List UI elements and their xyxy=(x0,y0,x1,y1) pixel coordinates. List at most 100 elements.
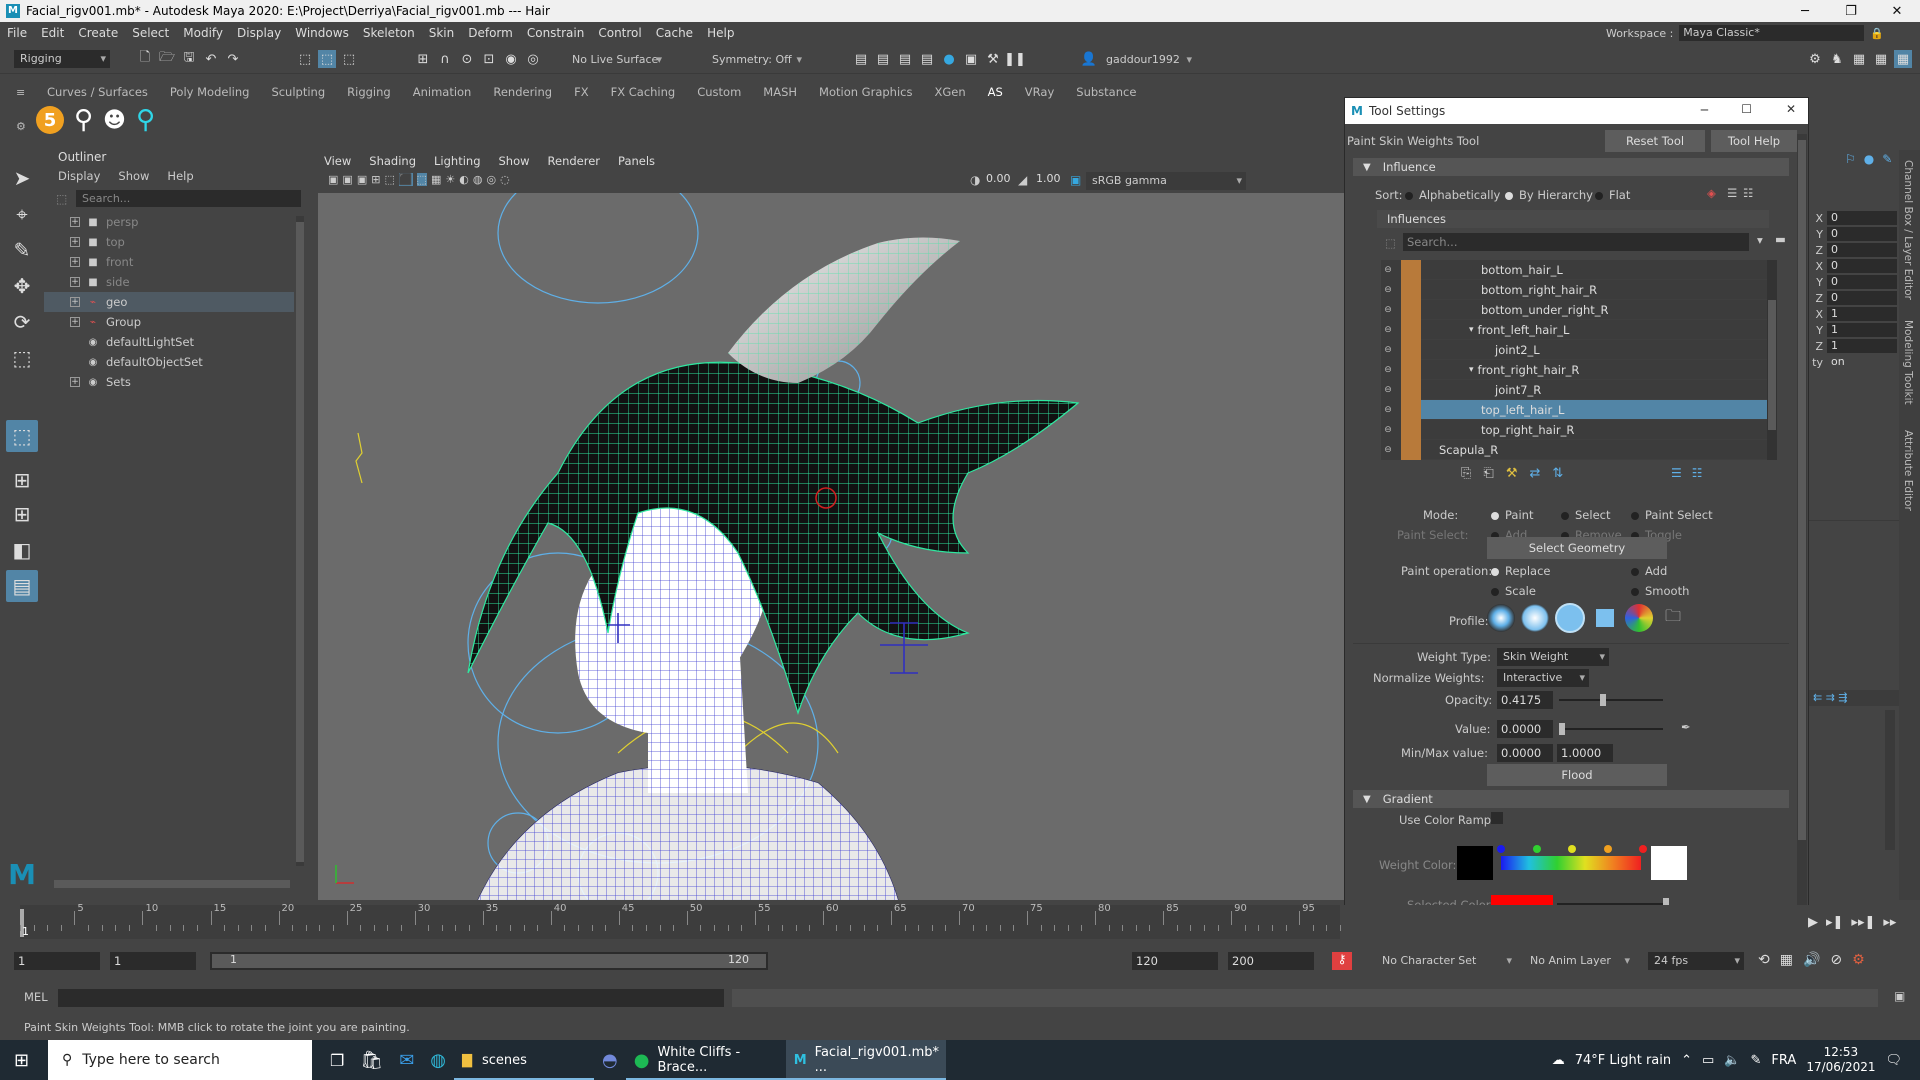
collapse-all-icon[interactable]: ☷ xyxy=(1692,466,1703,480)
user-account-dropdown[interactable]: gaddour1992 xyxy=(1100,51,1196,69)
tool-help-button[interactable]: Tool Help xyxy=(1711,130,1797,152)
influence-row[interactable]: ⊖ Scapula_R xyxy=(1384,439,1777,460)
notifications-icon[interactable]: 🗨 xyxy=(1885,1053,1902,1068)
shelf-settings-icon[interactable]: ⚙ xyxy=(16,120,26,133)
play-forward-icon[interactable]: ▶ xyxy=(1808,915,1818,930)
time-slider[interactable]: 1 5 10 15 20 25 30 35 40 45 50 55 60 65 70 75 80 85 90 95 … xyxy=(0,903,1920,943)
reset-tool-button[interactable]: Reset Tool xyxy=(1605,130,1705,152)
menu-cache[interactable]: Cache xyxy=(649,26,700,40)
minimize-button[interactable]: ─ xyxy=(1782,0,1828,22)
value-field[interactable]: 0.0000 xyxy=(1497,720,1553,738)
move-weights-icon[interactable]: ⇄ xyxy=(1529,466,1540,481)
list-view-icon[interactable]: ☰ xyxy=(1727,186,1737,200)
store-icon[interactable]: 🛍 xyxy=(352,1040,391,1080)
textured-icon[interactable]: ▦ xyxy=(431,173,441,186)
paste-weights-icon[interactable]: ⎗ xyxy=(1483,466,1493,481)
ipr-render-icon[interactable]: ▤ xyxy=(896,50,914,68)
close-button[interactable]: ✕ xyxy=(1786,102,1796,116)
taskbar-app-scenes[interactable]: ▇ scenes xyxy=(454,1040,595,1080)
wireframe-on-shaded-icon[interactable]: ⬚ xyxy=(416,173,427,186)
menu-deform[interactable]: Deform xyxy=(461,26,520,40)
windows-start-icon[interactable]: ⊞ xyxy=(14,1050,29,1071)
pen-icon[interactable]: ✎ xyxy=(1751,1053,1762,1068)
channel-box-tab[interactable]: Channel Box / Layer Editor xyxy=(1902,160,1914,300)
viewport-menu-show[interactable]: Show xyxy=(499,154,530,168)
shelf-tab-fx[interactable]: FX xyxy=(563,85,600,99)
paint-select-tool-icon[interactable]: ✎ xyxy=(6,234,38,266)
ramp-handle[interactable] xyxy=(1532,845,1541,853)
shelf-tab-xgen[interactable]: XGen xyxy=(923,85,976,99)
opacity-field[interactable]: 0.4175 xyxy=(1497,691,1553,709)
max-value-field[interactable]: 1.0000 xyxy=(1557,744,1613,762)
advanced-skeleton-icon[interactable]: 5 xyxy=(36,106,64,134)
channel-box-pin-icon[interactable]: ⚐ xyxy=(1845,152,1856,166)
shelf-tab-poly-modeling[interactable]: Poly Modeling xyxy=(159,85,261,99)
animation-end-field[interactable]: 200 xyxy=(1228,952,1314,970)
gradient-frame-header[interactable]: ▼ Gradient xyxy=(1353,790,1789,808)
lock-icon[interactable]: ⊖ xyxy=(1381,323,1395,337)
sound-icon[interactable]: 🔊 xyxy=(1803,952,1820,968)
channel-row[interactable]: ty on xyxy=(1809,354,1897,370)
paint-op-smooth-radio[interactable]: Smooth xyxy=(1631,584,1689,598)
maximize-button[interactable]: ❐ xyxy=(1828,0,1874,22)
show-influences-icon[interactable]: ⇅ xyxy=(1552,466,1563,481)
influence-row[interactable]: ⊖ joint7_R xyxy=(1384,379,1777,400)
discord-icon[interactable]: ◓ xyxy=(594,1040,626,1080)
paint-op-scale-radio[interactable]: Scale xyxy=(1491,584,1536,598)
hypershade-icon[interactable]: ● xyxy=(940,50,958,68)
symmetry-dropdown[interactable]: Symmetry: Off xyxy=(706,51,806,69)
maximize-button[interactable]: ☐ xyxy=(1741,102,1752,116)
rendering-tools-icon[interactable]: ⚒ xyxy=(984,50,1002,68)
viewport-menu-renderer[interactable]: Renderer xyxy=(548,154,601,168)
mel-label[interactable]: MEL xyxy=(24,990,48,1004)
influence-row[interactable]: ⊖ top_right_hair_R xyxy=(1384,419,1777,440)
new-scene-icon[interactable]: 🗋 xyxy=(136,50,154,68)
channel-row[interactable]: Y0 xyxy=(1809,274,1897,290)
menu-create[interactable]: Create xyxy=(71,26,125,40)
channel-row[interactable]: Z0 xyxy=(1809,242,1897,258)
channel-row[interactable]: X0 xyxy=(1809,258,1897,274)
viewport-menu-shading[interactable]: Shading xyxy=(369,154,416,168)
render-frame-icon[interactable]: ▤ xyxy=(852,50,870,68)
lock-icon[interactable]: 🔒 xyxy=(1870,27,1884,40)
lock-icon[interactable]: ⊖ xyxy=(1381,383,1395,397)
minimize-button[interactable]: ─ xyxy=(1701,103,1708,117)
snap-surface-icon[interactable]: ◎ xyxy=(524,50,542,68)
current-frame-field[interactable]: 1 xyxy=(110,952,196,970)
channel-row[interactable]: X0 xyxy=(1809,210,1897,226)
menuset-dropdown[interactable]: Rigging xyxy=(14,50,110,68)
weather-icon[interactable]: ☁ xyxy=(1552,1053,1565,1068)
menu-help[interactable]: Help xyxy=(700,26,741,40)
workspace-dropdown[interactable]: Maya Classic* xyxy=(1679,25,1865,41)
outliner-item[interactable]: + ■ front xyxy=(44,252,294,272)
character-set-dropdown[interactable]: No Character Set xyxy=(1376,952,1516,970)
channel-row[interactable]: Y0 xyxy=(1809,226,1897,242)
lasso-tool-icon[interactable]: ⌖ xyxy=(6,198,38,230)
snap-grid-icon[interactable]: ⊞ xyxy=(414,50,432,68)
ramp-handle[interactable] xyxy=(1568,845,1576,853)
snap-curve-icon[interactable]: ∩ xyxy=(436,50,454,68)
menu-control[interactable]: Control xyxy=(591,26,648,40)
outliner-search-input[interactable]: Search... xyxy=(76,190,301,207)
lock-icon[interactable]: ⊖ xyxy=(1381,443,1395,457)
select-hierarchy-icon[interactable]: ⬚ xyxy=(296,50,314,68)
opacity-slider-track[interactable] xyxy=(1559,694,1663,706)
outliner-item[interactable]: + ■ side xyxy=(44,272,294,292)
gaussian-brush-icon[interactable] xyxy=(1487,604,1515,632)
select-tool-icon[interactable]: ➤ xyxy=(6,162,38,194)
lights-icon[interactable]: ☀ xyxy=(445,173,455,186)
isolate-select-icon[interactable]: ◍ xyxy=(473,173,483,186)
taskbar-app-maya[interactable]: M Facial_rigv001.mb* ... xyxy=(785,1040,946,1080)
viewport-menu-lighting[interactable]: Lighting xyxy=(434,154,480,168)
live-surface-field[interactable]: No Live Surface xyxy=(566,51,666,69)
volume-icon[interactable]: 🔈 xyxy=(1724,1053,1740,1068)
lock-icon[interactable]: ⊖ xyxy=(1381,303,1395,317)
select-geometry-button[interactable]: Select Geometry xyxy=(1487,537,1667,559)
channel-box-key-icon[interactable]: ● xyxy=(1864,152,1874,166)
save-scene-icon[interactable]: 🖫 xyxy=(180,50,198,68)
lock-icon[interactable]: ⊖ xyxy=(1381,263,1395,277)
mode-paint-select-radio[interactable]: Paint Select xyxy=(1631,508,1713,522)
shelf-menu-icon[interactable]: ≡ xyxy=(16,86,25,99)
next-key-icon[interactable]: ▸▸❚ xyxy=(1851,915,1875,930)
sort-flat-radio[interactable]: Flat xyxy=(1595,188,1630,202)
